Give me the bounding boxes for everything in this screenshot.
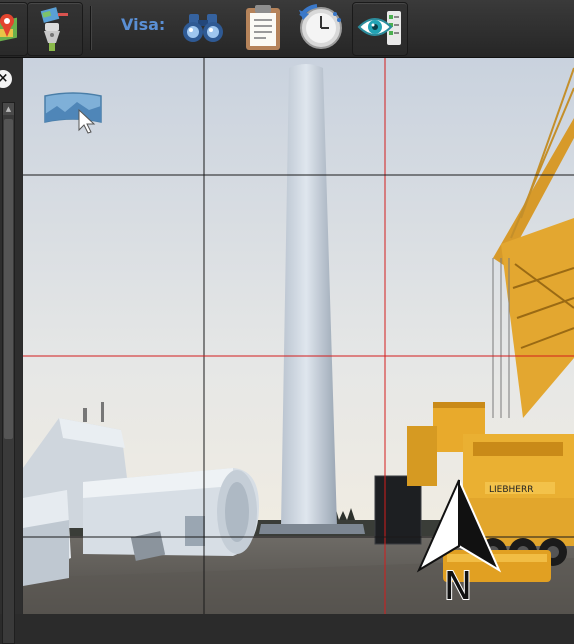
clipboard-icon (246, 5, 280, 50)
panorama-viewport[interactable]: LIEBHERR N (23, 58, 574, 614)
clipboard-button[interactable] (238, 2, 290, 54)
map-marker-icon (0, 14, 17, 42)
clock-history-icon (299, 4, 342, 49)
panorama-view-icon (44, 92, 102, 134)
toolbar: Visa: (0, 0, 574, 58)
north-arrow: N (411, 476, 507, 614)
grinder-settings-button[interactable] (27, 2, 83, 56)
close-panel-button[interactable]: × (0, 70, 12, 88)
scrollbar-thumb[interactable] (4, 119, 13, 439)
north-arrow-icon (416, 479, 502, 573)
binoculars-button[interactable] (177, 2, 229, 54)
toolbar-separator (90, 6, 91, 50)
vertical-scrollbar[interactable]: ▲ (2, 102, 15, 644)
left-panel-strip: × ▲ (0, 58, 22, 644)
eye-checklist-icon (357, 11, 401, 45)
binoculars-icon (183, 14, 223, 42)
visa-label: Visa: (121, 15, 166, 34)
clock-history-button[interactable] (295, 2, 347, 54)
grinder-settings-icon (40, 7, 68, 51)
north-label: N (443, 563, 473, 609)
map-marker-button[interactable] (0, 2, 28, 56)
scroll-up-arrow-icon[interactable]: ▲ (3, 103, 14, 115)
panorama-view-button[interactable] (43, 88, 103, 134)
eye-checklist-button[interactable] (352, 2, 408, 56)
